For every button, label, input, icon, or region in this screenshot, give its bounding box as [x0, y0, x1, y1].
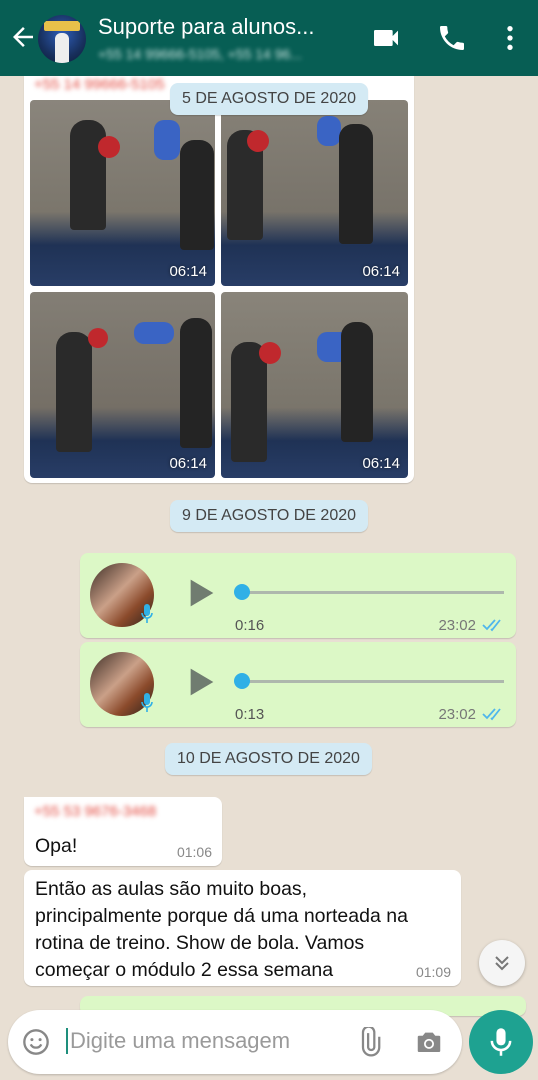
sender-name: +55 14 99666-5105: [34, 76, 165, 93]
attach-icon[interactable]: [354, 1027, 384, 1057]
chevron-double-down-icon: [495, 956, 509, 971]
audio-seek-handle[interactable]: [234, 673, 250, 689]
more-options-icon[interactable]: [494, 22, 526, 54]
group-avatar[interactable]: [38, 15, 86, 63]
play-icon[interactable]: [184, 666, 216, 698]
voice-duration: 0:16: [235, 617, 265, 634]
message-input[interactable]: [66, 1028, 330, 1054]
photo-thumbnail[interactable]: 06:14: [30, 100, 215, 286]
message-time: 01:06: [176, 844, 212, 860]
emoji-icon[interactable]: [22, 1028, 50, 1056]
message-text: Então as aulas são muito boas, principal…: [35, 878, 408, 981]
mic-icon: [141, 693, 153, 712]
date-separator: 9 DE AGOSTO DE 2020: [170, 500, 369, 532]
mic-icon: [141, 604, 153, 623]
date-separator: 10 DE AGOSTO DE 2020: [165, 743, 372, 775]
back-arrow-icon[interactable]: [8, 22, 38, 52]
photo-time: 06:14: [362, 263, 400, 280]
sender-name: +55 53 9676-3468: [34, 803, 157, 820]
audio-progress-track[interactable]: [242, 680, 504, 683]
photo-thumbnail[interactable]: 06:14: [221, 292, 408, 478]
read-ticks-icon: [482, 708, 501, 721]
voice-message-bubble: 0:16 23:02: [80, 553, 516, 638]
message-text: Opa!: [35, 835, 78, 857]
photo-thumbnail[interactable]: 06:14: [30, 292, 215, 478]
photo-thumbnail[interactable]: 06:14: [221, 100, 408, 286]
photo-time: 06:14: [169, 455, 207, 472]
chat-header: Suporte para alunos... +55 14 99666-5105…: [0, 0, 538, 76]
mic-icon: [490, 1028, 512, 1056]
chat-participants[interactable]: +55 14 99666-5105, +55 14 96...: [98, 46, 302, 62]
voice-message-bubble: 0:13 23:02: [80, 642, 516, 727]
photo-album-bubble: +55 14 99666-5105 06:14 06:14 06:14 06:1…: [24, 76, 414, 483]
read-ticks-icon: [482, 619, 501, 632]
chat-title[interactable]: Suporte para alunos...: [98, 14, 314, 40]
phone-icon[interactable]: [436, 22, 468, 54]
incoming-message-bubble: +55 53 9676-3468 Opa! 01:06: [24, 797, 222, 866]
play-icon[interactable]: [184, 577, 216, 609]
audio-seek-handle[interactable]: [234, 584, 250, 600]
message-time: 01:09: [415, 964, 451, 980]
photo-time: 06:14: [169, 263, 207, 280]
scroll-to-bottom-button[interactable]: [479, 940, 525, 986]
date-separator: 5 DE AGOSTO DE 2020: [170, 83, 369, 115]
camera-icon[interactable]: [414, 1027, 444, 1057]
incoming-message-bubble: Então as aulas são muito boas, principal…: [24, 870, 461, 986]
message-composer: [8, 1010, 462, 1074]
photo-time: 06:14: [362, 455, 400, 472]
message-time: 23:02: [438, 706, 476, 723]
record-voice-button[interactable]: [469, 1010, 533, 1074]
voice-duration: 0:13: [235, 706, 265, 723]
audio-progress-track[interactable]: [242, 591, 504, 594]
video-call-icon[interactable]: [370, 22, 402, 54]
message-time: 23:02: [438, 617, 476, 634]
